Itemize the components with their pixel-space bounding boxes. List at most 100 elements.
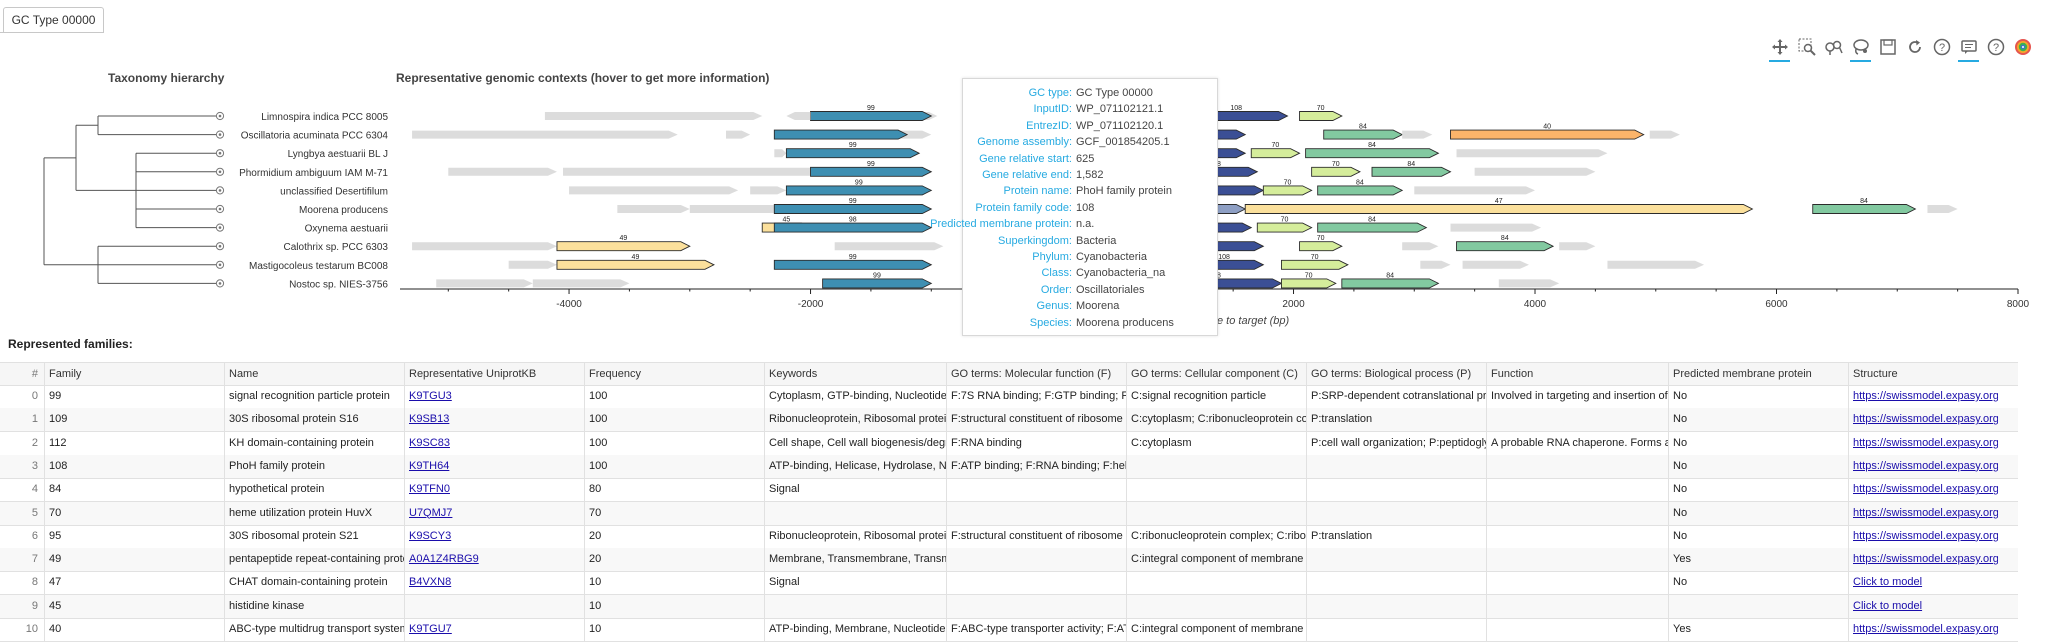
column-header-family[interactable]: Family bbox=[44, 363, 224, 385]
gene-arrow-unassigned[interactable] bbox=[412, 130, 678, 139]
gene-arrow-unassigned[interactable] bbox=[1498, 279, 1560, 288]
gene-arrow[interactable] bbox=[1250, 148, 1301, 159]
gene-arrow-unassigned[interactable] bbox=[834, 242, 944, 251]
gene-arrow[interactable] bbox=[773, 259, 933, 270]
table-row[interactable]: 9 45 histidine kinase 10 Click to model bbox=[0, 594, 2018, 619]
gene-arrow[interactable] bbox=[556, 241, 691, 252]
gene-arrow[interactable] bbox=[1305, 148, 1440, 159]
gene-arrow-unassigned[interactable] bbox=[1420, 260, 1451, 269]
uniprot-link[interactable]: K9TGU3 bbox=[409, 390, 452, 402]
structure-link[interactable]: https://swissmodel.expasy.org/reposi... bbox=[1853, 553, 1998, 565]
gene-arrow[interactable] bbox=[1280, 278, 1337, 289]
column-header-go-terms-biological-process-p[interactable]: GO terms: Biological process (P) bbox=[1306, 363, 1486, 385]
gene-arrow-unassigned[interactable] bbox=[1462, 260, 1529, 269]
structure-link[interactable]: Click to model bbox=[1853, 576, 1922, 588]
gene-arrow[interactable] bbox=[810, 111, 933, 121]
gene-arrow-unassigned[interactable] bbox=[508, 260, 557, 269]
structure-link[interactable]: https://swissmodel.expasy.org/reposi... bbox=[1853, 530, 1998, 542]
structure-link[interactable]: https://swissmodel.expasy.org/reposi... bbox=[1853, 483, 1998, 495]
table-row[interactable]: 10 40ABC-type multidrug transport system%… bbox=[0, 618, 2018, 642]
gene-arrow-unassigned[interactable] bbox=[786, 112, 811, 120]
gene-arrow-unassigned[interactable] bbox=[1402, 130, 1433, 139]
gene-arrow-unassigned[interactable] bbox=[1649, 130, 1680, 139]
gene-arrow[interactable] bbox=[1341, 278, 1440, 289]
structure-link[interactable]: Click to model bbox=[1853, 600, 1922, 612]
column-header-index[interactable]: # bbox=[0, 363, 44, 385]
gene-arrow-unassigned[interactable] bbox=[532, 279, 630, 288]
gene-arrow-unassigned[interactable] bbox=[563, 167, 835, 176]
table-row[interactable]: 1 109 30S ribosomal protein S16 K9SB13 100 Ri… bbox=[0, 408, 2018, 433]
column-header-keywords[interactable]: Keywords bbox=[764, 363, 946, 385]
gene-arrow[interactable] bbox=[1450, 129, 1645, 140]
gene-arrow[interactable] bbox=[1456, 241, 1555, 252]
gene-arrow-unassigned[interactable] bbox=[1402, 242, 1439, 251]
table-row[interactable]: 5 70 heme utilization protein HuvX U7QMJ7 70… bbox=[0, 501, 2018, 526]
gene-arrow[interactable] bbox=[1280, 259, 1349, 270]
gene-arrow-unassigned[interactable] bbox=[1474, 167, 1596, 176]
structure-link[interactable]: https://swissmodel.expasy.org/reposi... bbox=[1853, 413, 1998, 425]
column-header-frequency[interactable]: Frequency bbox=[584, 363, 764, 385]
column-header-go-terms-molecular-function-f[interactable]: GO terms: Molecular function (F) bbox=[946, 363, 1126, 385]
uniprot-link[interactable]: B4VXN8 bbox=[409, 576, 451, 588]
table-row[interactable]: 3 108 PhoH family protein K9TH64 100 ATP-bind… bbox=[0, 454, 2018, 479]
column-header-predicted-membrane-protein[interactable]: Predicted membrane protein bbox=[1668, 363, 1848, 385]
gene-arrow[interactable] bbox=[785, 185, 933, 196]
gene-arrow[interactable] bbox=[773, 222, 933, 233]
structure-link[interactable]: https://swissmodel.expasy.org/reposi... bbox=[1853, 390, 1998, 402]
gene-arrow-unassigned[interactable] bbox=[750, 186, 787, 195]
gene-arrow-unassigned[interactable] bbox=[544, 112, 763, 120]
column-header-representative-uniprotkb[interactable]: Representative UniprotKB bbox=[404, 363, 584, 385]
table-row[interactable]: 2 112 KH domain-containing protein K9SC83 10… bbox=[0, 431, 2018, 456]
gene-arrow-unassigned[interactable] bbox=[1456, 149, 1608, 158]
table-row[interactable]: 4 84 hypothetical protein K9TFN0 80 Signal No h… bbox=[0, 478, 2018, 503]
gene-arrow[interactable] bbox=[810, 166, 933, 177]
gene-arrow-unassigned[interactable] bbox=[1559, 242, 1596, 251]
gene-arrow[interactable] bbox=[1262, 185, 1313, 196]
uniprot-link[interactable]: K9SB13 bbox=[409, 413, 449, 425]
gene-arrow[interactable] bbox=[773, 129, 909, 140]
gene-arrow[interactable] bbox=[1299, 241, 1343, 252]
column-header-go-terms-cellular-component-c[interactable]: GO terms: Cellular component (C) bbox=[1126, 363, 1306, 385]
gene-arrow[interactable] bbox=[1317, 185, 1404, 196]
column-header-structure[interactable]: Structure bbox=[1848, 363, 1998, 385]
gene-arrow[interactable] bbox=[1812, 204, 1917, 214]
gene-arrow[interactable] bbox=[785, 148, 921, 159]
gene-arrow[interactable] bbox=[1371, 166, 1452, 177]
table-row[interactable]: 0 99 signal recognition particle protein K9… bbox=[0, 385, 2018, 409]
gene-arrow[interactable] bbox=[1244, 204, 1754, 214]
uniprot-link[interactable]: K9TGU7 bbox=[409, 623, 452, 635]
column-header-name[interactable]: Name bbox=[224, 363, 404, 385]
table-row[interactable]: 8 47 CHAT domain-containing protein B4VXN8 1… bbox=[0, 571, 2018, 596]
column-header-function[interactable]: Function bbox=[1486, 363, 1668, 385]
gene-arrow-unassigned[interactable] bbox=[1414, 186, 1536, 195]
uniprot-link[interactable]: A0A1Z4RBG9 bbox=[409, 553, 479, 565]
gene-arrow-unassigned[interactable] bbox=[774, 149, 787, 158]
gene-arrow-unassigned[interactable] bbox=[726, 130, 751, 139]
gene-arrow-unassigned[interactable] bbox=[1450, 223, 1542, 232]
gene-arrow-unassigned[interactable] bbox=[1927, 205, 1958, 213]
gene-arrow[interactable] bbox=[1256, 222, 1313, 233]
gene-arrow[interactable] bbox=[822, 278, 933, 289]
gene-arrow[interactable] bbox=[1311, 166, 1361, 177]
gene-arrow-unassigned[interactable] bbox=[436, 279, 533, 288]
uniprot-link[interactable]: K9SCY3 bbox=[409, 530, 451, 542]
uniprot-link[interactable]: K9SC83 bbox=[409, 437, 450, 449]
structure-link[interactable]: https://swissmodel.expasy.org/reposi... bbox=[1853, 507, 1998, 519]
structure-link[interactable]: https://swissmodel.expasy.org/reposi... bbox=[1853, 460, 1998, 472]
gene-arrow-unassigned[interactable] bbox=[617, 205, 690, 213]
gene-arrow[interactable] bbox=[1299, 111, 1343, 121]
table-row[interactable]: 6 95 30S ribosomal protein S21 K9SCY3 20 Ribo… bbox=[0, 524, 2018, 549]
structure-link[interactable]: https://swissmodel.expasy.org/reposi... bbox=[1853, 437, 1998, 449]
gene-arrow[interactable] bbox=[1317, 222, 1428, 233]
gene-arrow-unassigned[interactable] bbox=[569, 186, 739, 195]
table-row[interactable]: 7 49 pentapeptide repeat-containing protei… bbox=[0, 548, 2018, 573]
uniprot-link[interactable]: K9TH64 bbox=[409, 460, 449, 472]
gene-arrow[interactable] bbox=[773, 204, 933, 214]
gene-arrow[interactable] bbox=[556, 259, 715, 270]
uniprot-link[interactable]: U7QMJ7 bbox=[409, 507, 452, 519]
gene-arrow[interactable] bbox=[1323, 129, 1404, 140]
uniprot-link[interactable]: K9TFN0 bbox=[409, 483, 450, 495]
structure-link[interactable]: https://swissmodel.expasy.org/reposi... bbox=[1853, 623, 1998, 635]
gene-arrow-unassigned[interactable] bbox=[412, 242, 557, 251]
gene-arrow-unassigned[interactable] bbox=[448, 167, 557, 176]
